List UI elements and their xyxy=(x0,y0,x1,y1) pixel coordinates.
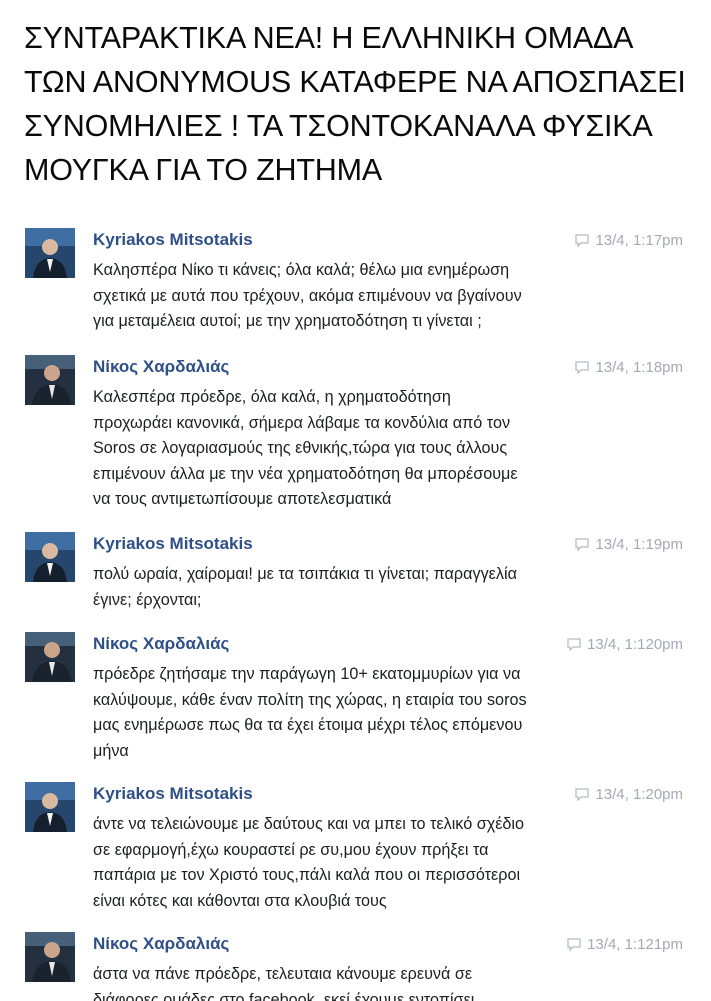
avatar[interactable] xyxy=(25,355,75,405)
message-line: σχετικά με αυτά που τρέχουν, ακόμα επιμέ… xyxy=(93,286,522,305)
headline: ΣΥΝΤΑΡΑΚΤΙΚΑ ΝΕΑ! Η ΕΛΛΗΝΙΚΗ ΟΜΑΔΑ ΤΩΝ Α… xyxy=(24,16,694,192)
headline-line: ΤΩΝ ΑΝΟΝΥΜΟUS ΚΑΤΑΦΕΡΕ ΝΑ ΑΠΟΣΠΑΣΕΙ xyxy=(24,65,686,99)
message-line: καλύψουμε, κάθε έναν πολίτη της χώρας, η… xyxy=(93,690,527,709)
message-timestamp: 13/4, 1:19pm xyxy=(595,536,683,553)
headline-line: ΜΟΥΓΚΑ ΓΙΑ ΤΟ ΖΗΤΗΜΑ xyxy=(24,153,382,187)
profile-photo-icon xyxy=(25,932,75,982)
message-line: για μεταμέλεια αυτοί; με την χρηματοδότη… xyxy=(93,312,482,330)
message-line: πρόεδρε ζητήσαμε την παράγωγη 10+ εκατομ… xyxy=(93,665,521,683)
message-line: Καλεσπέρα πρόεδρε, όλα καλά, η χρηματοδό… xyxy=(93,388,451,406)
profile-photo-icon xyxy=(25,782,75,832)
avatar[interactable] xyxy=(25,932,75,982)
message-body: Καλησπέρα Νίκο τι κάνεις; όλα καλά; θέλω… xyxy=(93,258,633,335)
message-meta: 13/4, 1:120pm xyxy=(567,636,683,653)
chat-bubble-icon xyxy=(575,234,590,247)
sender-name[interactable]: Kyriakos Mitsotakis xyxy=(93,230,253,250)
headline-line: ΣΥΝΤΑΡΑΚΤΙΚΑ ΝΕΑ! Η ΕΛΛΗΝΙΚΗ ΟΜΑΔΑ xyxy=(24,21,634,55)
message-timestamp: 13/4, 1:120pm xyxy=(587,636,683,653)
message-line: είναι κότες και κάθονται στα κλουβιά του… xyxy=(93,891,387,910)
profile-photo-icon xyxy=(25,228,75,278)
message-body: πρόεδρε ζητήσαμε την παράγωγη 10+ εκατομ… xyxy=(93,662,633,764)
message-line: Καλησπέρα Νίκο τι κάνεις; όλα καλά; θέλω… xyxy=(93,261,510,279)
message-line: Soros σε λογαριασμούς της εθνικής,τώρα γ… xyxy=(93,439,508,457)
chat-bubble-icon xyxy=(575,361,590,374)
message-timestamp: 13/4, 1:121pm xyxy=(587,936,683,953)
chat-bubble-icon xyxy=(567,638,581,651)
message-line: σε εφαρμογή,έχω κουραστεί ρε συ,μου έχου… xyxy=(93,840,489,859)
message-timestamp: 13/4, 1:20pm xyxy=(595,786,683,803)
message-timestamp: 13/4, 1:18pm xyxy=(595,359,683,376)
message-body: άστα να πάνε πρόεδρε, τελευταια κάνουμε … xyxy=(93,962,633,1001)
message-timestamp: 13/4, 1:17pm xyxy=(595,232,683,249)
avatar[interactable] xyxy=(25,228,75,278)
message-body: Καλεσπέρα πρόεδρε, όλα καλά, η χρηματοδό… xyxy=(93,385,633,513)
message-line: διάφορες ομάδες στο facebook, εκεί έχουμ… xyxy=(93,990,475,1001)
message-line: έγινε; έρχονται; xyxy=(93,590,202,609)
profile-photo-icon xyxy=(25,355,75,405)
message-line: πολύ ωραία, χαίρομαι! με τα τσιπάκια τι … xyxy=(93,565,517,583)
message-line: μας ενημέρωσε πως θα τα έχει έτοιμα μέχρ… xyxy=(93,716,523,734)
message-line: προχωράει κανονικά, σήμερα λάβαμε τα κον… xyxy=(93,413,511,432)
message-body: πολύ ωραία, χαίρομαι! με τα τσιπάκια τι … xyxy=(93,562,633,613)
message-line: επιμένουν άλλα με την νέα χρηματοδότηση … xyxy=(93,464,518,483)
sender-name[interactable]: Νίκος Χαρδαλιάς xyxy=(93,934,229,954)
avatar[interactable] xyxy=(25,532,75,582)
sender-name[interactable]: Νίκος Χαρδαλιάς xyxy=(93,634,229,654)
profile-photo-icon xyxy=(25,532,75,582)
chat-bubble-icon xyxy=(575,538,590,551)
sender-name[interactable]: Νίκος Χαρδαλιάς xyxy=(93,357,229,377)
message-line: άστα να πάνε πρόεδρε, τελευταια κάνουμε … xyxy=(93,965,473,983)
message-line: να τους αντιμετωπίσουμε αποτελεσματικά xyxy=(93,490,392,508)
message-meta: 13/4, 1:18pm xyxy=(575,359,683,376)
message-line: παπάρια με τον Χριστό τους,πάλι καλά που… xyxy=(93,866,521,884)
message-body: άντε να τελειώνουμε με δαύτους και να μπ… xyxy=(93,812,633,914)
chat-bubble-icon xyxy=(567,938,581,951)
message-meta: 13/4, 1:17pm xyxy=(575,232,683,249)
message-meta: 13/4, 1:20pm xyxy=(575,786,683,803)
message-meta: 13/4, 1:19pm xyxy=(575,536,683,553)
message-meta: 13/4, 1:121pm xyxy=(567,936,683,953)
headline-line: ΣΥΝΟΜΗΛΙΕΣ ! ΤΑ ΤΣΟΝΤΟΚΑΝΑΛΑ ΦΥΣΙΚΑ xyxy=(24,109,653,143)
message-line: μήνα xyxy=(93,741,129,760)
avatar[interactable] xyxy=(25,632,75,682)
chat-bubble-icon xyxy=(575,788,590,801)
sender-name[interactable]: Kyriakos Mitsotakis xyxy=(93,784,253,804)
avatar[interactable] xyxy=(25,782,75,832)
message-line: άντε να τελειώνουμε με δαύτους και να μπ… xyxy=(93,815,525,833)
sender-name[interactable]: Kyriakos Mitsotakis xyxy=(93,534,253,554)
profile-photo-icon xyxy=(25,632,75,682)
